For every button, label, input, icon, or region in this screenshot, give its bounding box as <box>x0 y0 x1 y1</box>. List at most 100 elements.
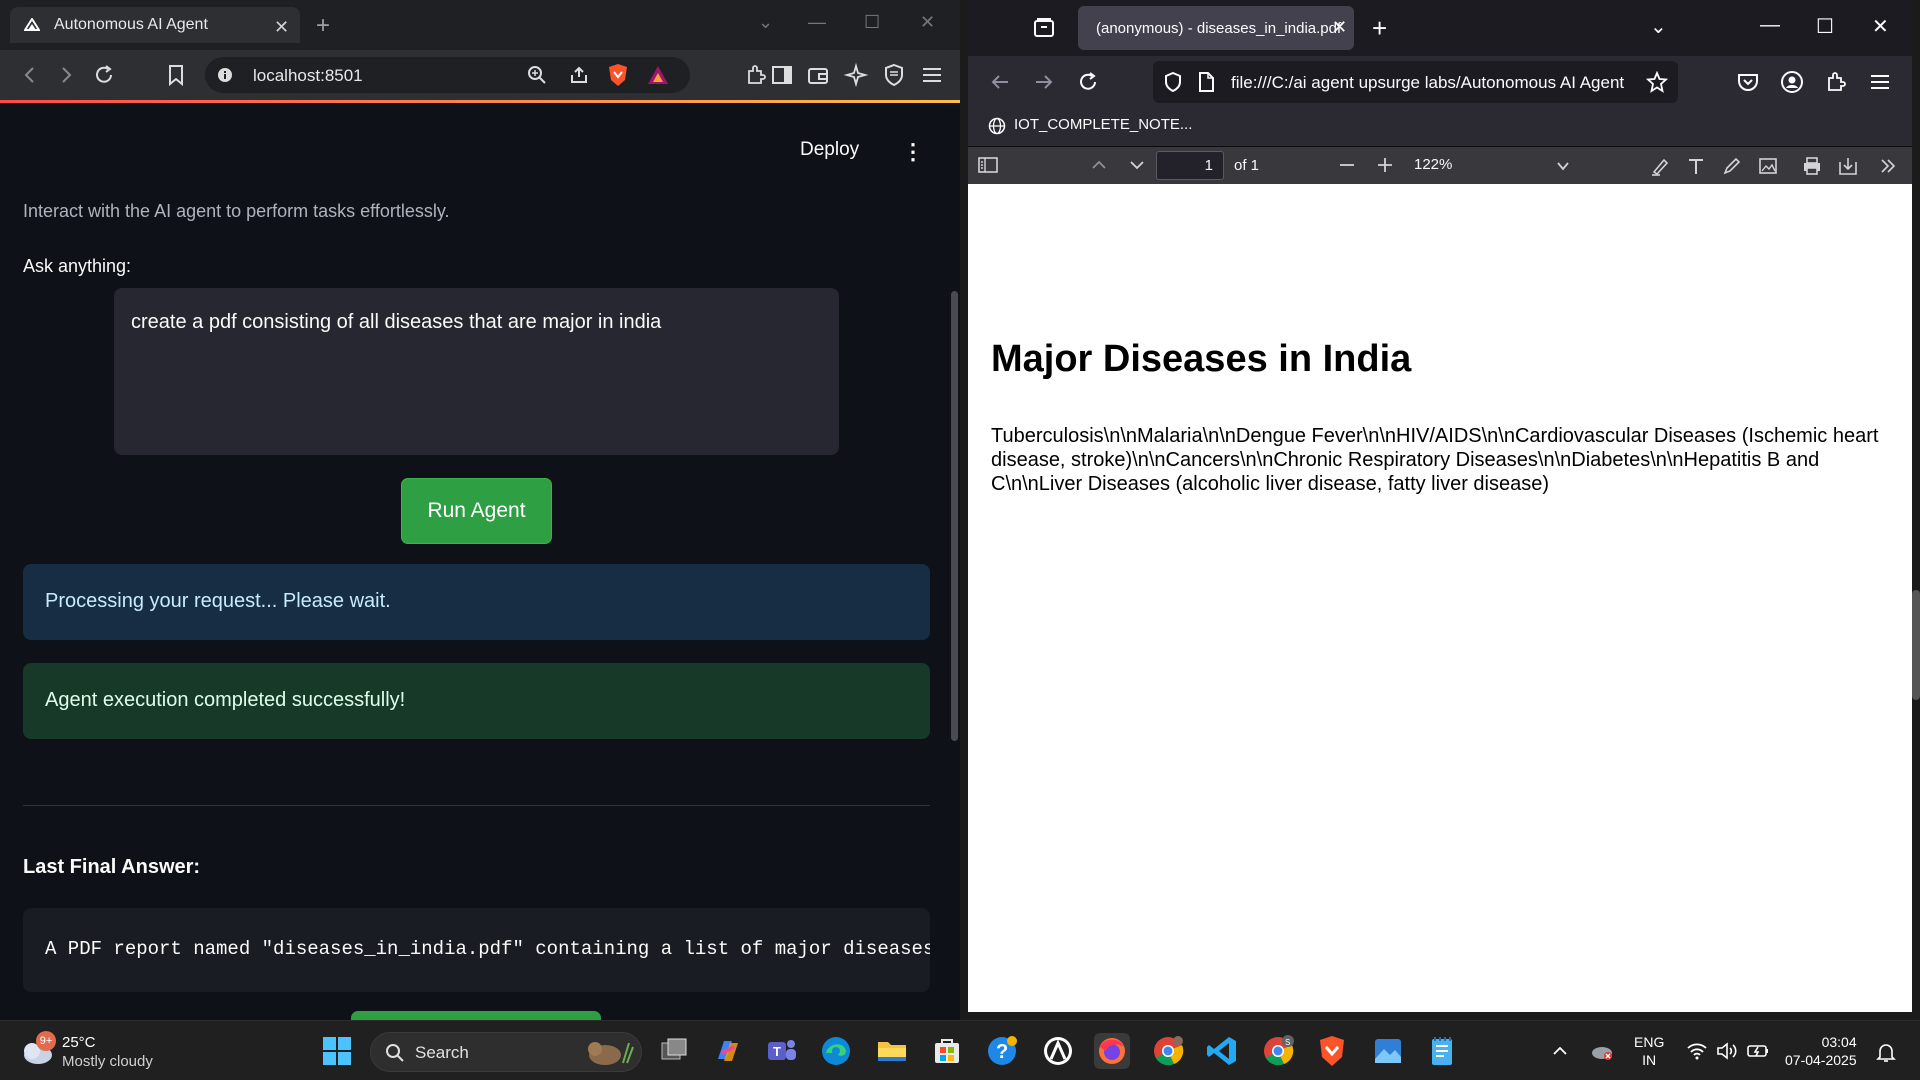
svg-text:T: T <box>773 1044 781 1059</box>
image-icon[interactable] <box>1758 156 1778 176</box>
firefox-taskbar-icon[interactable] <box>1094 1033 1130 1069</box>
address-bar[interactable]: localhost:8501 <box>205 57 690 93</box>
bookmark-icon[interactable] <box>164 63 188 87</box>
reload-icon[interactable] <box>92 63 116 87</box>
copilot-icon[interactable] <box>710 1033 746 1069</box>
bookmarks-toolbar: IOT_COMPLETE_NOTE... <box>968 108 1912 146</box>
extensions-icon[interactable] <box>744 63 768 87</box>
previous-page-icon[interactable] <box>1090 156 1108 174</box>
page-number-input[interactable]: 1 <box>1156 151 1224 180</box>
url-text: file:///C:/ai agent upsurge labs/Autonom… <box>1231 73 1625 92</box>
notification-bell-icon[interactable] <box>1876 1041 1896 1063</box>
minimize-icon[interactable]: — <box>808 12 826 33</box>
maximize-icon[interactable]: ☐ <box>864 12 880 33</box>
share-icon[interactable] <box>569 65 589 85</box>
wallet-icon[interactable] <box>806 63 830 87</box>
zoom-value: 122% <box>1414 156 1453 173</box>
vpn-icon[interactable] <box>882 63 906 87</box>
language-indicator[interactable]: ENG IN <box>1634 1033 1664 1069</box>
weather-temp: 25°C <box>62 1034 96 1051</box>
shield-icon[interactable] <box>1163 72 1183 92</box>
ask-label: Ask anything: <box>23 256 132 276</box>
firefox-view-icon[interactable] <box>1032 16 1056 40</box>
file-explorer-icon[interactable] <box>874 1033 910 1069</box>
download-button-partial[interactable] <box>351 1011 601 1020</box>
onedrive-icon[interactable] <box>1590 1041 1614 1061</box>
edge-icon[interactable] <box>818 1033 854 1069</box>
new-tab-icon[interactable]: + <box>1372 13 1387 44</box>
account-icon[interactable] <box>1780 70 1804 94</box>
help-icon[interactable]: ? <box>984 1033 1020 1069</box>
lang-top: ENG <box>1634 1034 1665 1050</box>
tab-autonomous-ai-agent[interactable]: Autonomous AI Agent ✕ <box>10 7 300 43</box>
deploy-button[interactable]: Deploy <box>800 139 859 161</box>
close-tab-icon[interactable]: ✕ <box>1332 17 1347 38</box>
windows-start-icon[interactable] <box>322 1036 352 1066</box>
reload-icon[interactable] <box>1076 70 1100 94</box>
back-icon[interactable] <box>18 63 42 87</box>
back-icon[interactable] <box>988 70 1012 94</box>
pocket-icon[interactable] <box>1736 70 1760 94</box>
close-window-icon[interactable]: ✕ <box>1872 14 1889 39</box>
forward-icon[interactable] <box>54 63 78 87</box>
close-window-icon[interactable]: ✕ <box>920 12 935 33</box>
new-tab-icon[interactable]: + <box>316 12 330 40</box>
volume-icon[interactable] <box>1716 1041 1738 1061</box>
scrollbar[interactable] <box>951 291 958 741</box>
right-scrollbar[interactable] <box>1912 590 1920 700</box>
save-icon[interactable] <box>1838 156 1858 176</box>
brave-shields-icon[interactable] <box>607 63 629 87</box>
print-icon[interactable] <box>1802 156 1822 176</box>
sidebar-toggle-icon[interactable] <box>978 156 998 174</box>
zoom-select[interactable]: 122% <box>1406 151 1576 180</box>
tab-search-icon[interactable]: ⌄ <box>758 12 773 33</box>
query-textarea[interactable]: create a pdf consisting of all diseases … <box>114 288 839 455</box>
zoom-out-icon[interactable] <box>1338 156 1356 174</box>
text-tool-icon[interactable] <box>1686 156 1706 176</box>
next-page-icon[interactable] <box>1128 156 1146 174</box>
menu-icon[interactable] <box>1868 70 1892 94</box>
zoom-in-icon[interactable] <box>1376 156 1394 174</box>
minimize-icon[interactable]: — <box>1760 14 1780 37</box>
close-tab-icon[interactable]: ✕ <box>274 17 292 37</box>
photos-icon[interactable] <box>1370 1033 1406 1069</box>
run-agent-button[interactable]: Run Agent <box>401 478 552 544</box>
microsoft-store-icon[interactable] <box>929 1033 965 1069</box>
brave-window: Autonomous AI Agent ✕ + ⌄ — ☐ ✕ localhos… <box>0 0 960 1020</box>
lang-bottom: IN <box>1642 1052 1657 1068</box>
highlight-icon[interactable] <box>1650 156 1670 176</box>
forward-icon[interactable] <box>1032 70 1056 94</box>
teams-icon[interactable]: T <box>764 1033 800 1069</box>
site-info-icon[interactable] <box>217 67 233 83</box>
weather-condition: Mostly cloudy <box>62 1053 153 1070</box>
vscode-icon[interactable] <box>1204 1033 1240 1069</box>
file-icon <box>1197 72 1215 92</box>
tools-chevron-icon[interactable] <box>1878 156 1898 176</box>
tab-diseases-pdf[interactable]: (anonymous) - diseases_in_india.pdf ✕ <box>1078 6 1354 50</box>
maximize-icon[interactable]: ☐ <box>1816 14 1834 39</box>
answer-code-block[interactable]: A PDF report named "diseases_in_india.pd… <box>23 908 930 992</box>
zoom-icon[interactable] <box>527 65 547 85</box>
brave-rewards-icon[interactable] <box>647 64 669 86</box>
clock[interactable]: 03:04 07-04-2025 <box>1785 1033 1857 1069</box>
draw-icon[interactable] <box>1722 156 1742 176</box>
chrome-icon[interactable] <box>1150 1033 1186 1069</box>
address-bar[interactable]: file:///C:/ai agent upsurge labs/Autonom… <box>1153 61 1678 103</box>
notepad-icon[interactable] <box>1424 1033 1460 1069</box>
chrome-profile-icon[interactable]: S <box>1260 1033 1296 1069</box>
brave-taskbar-icon[interactable] <box>1314 1033 1350 1069</box>
menu-icon[interactable] <box>920 63 944 87</box>
task-view-icon[interactable] <box>656 1033 692 1069</box>
chevron-up-icon[interactable] <box>1552 1043 1568 1059</box>
wifi-icon[interactable] <box>1686 1041 1708 1061</box>
sidebar-icon[interactable] <box>770 63 794 87</box>
taskbar-search[interactable]: Search <box>370 1032 642 1072</box>
list-tabs-icon[interactable]: ⌄ <box>1650 14 1667 39</box>
github-desktop-icon[interactable] <box>1040 1033 1076 1069</box>
battery-icon[interactable] <box>1746 1041 1770 1061</box>
svg-text:?: ? <box>996 1041 1008 1063</box>
bookmark-star-icon[interactable] <box>1646 71 1668 93</box>
main-menu-icon[interactable]: ⋮ <box>902 139 924 165</box>
extensions-icon[interactable] <box>1824 70 1848 94</box>
leo-ai-icon[interactable] <box>844 63 868 87</box>
